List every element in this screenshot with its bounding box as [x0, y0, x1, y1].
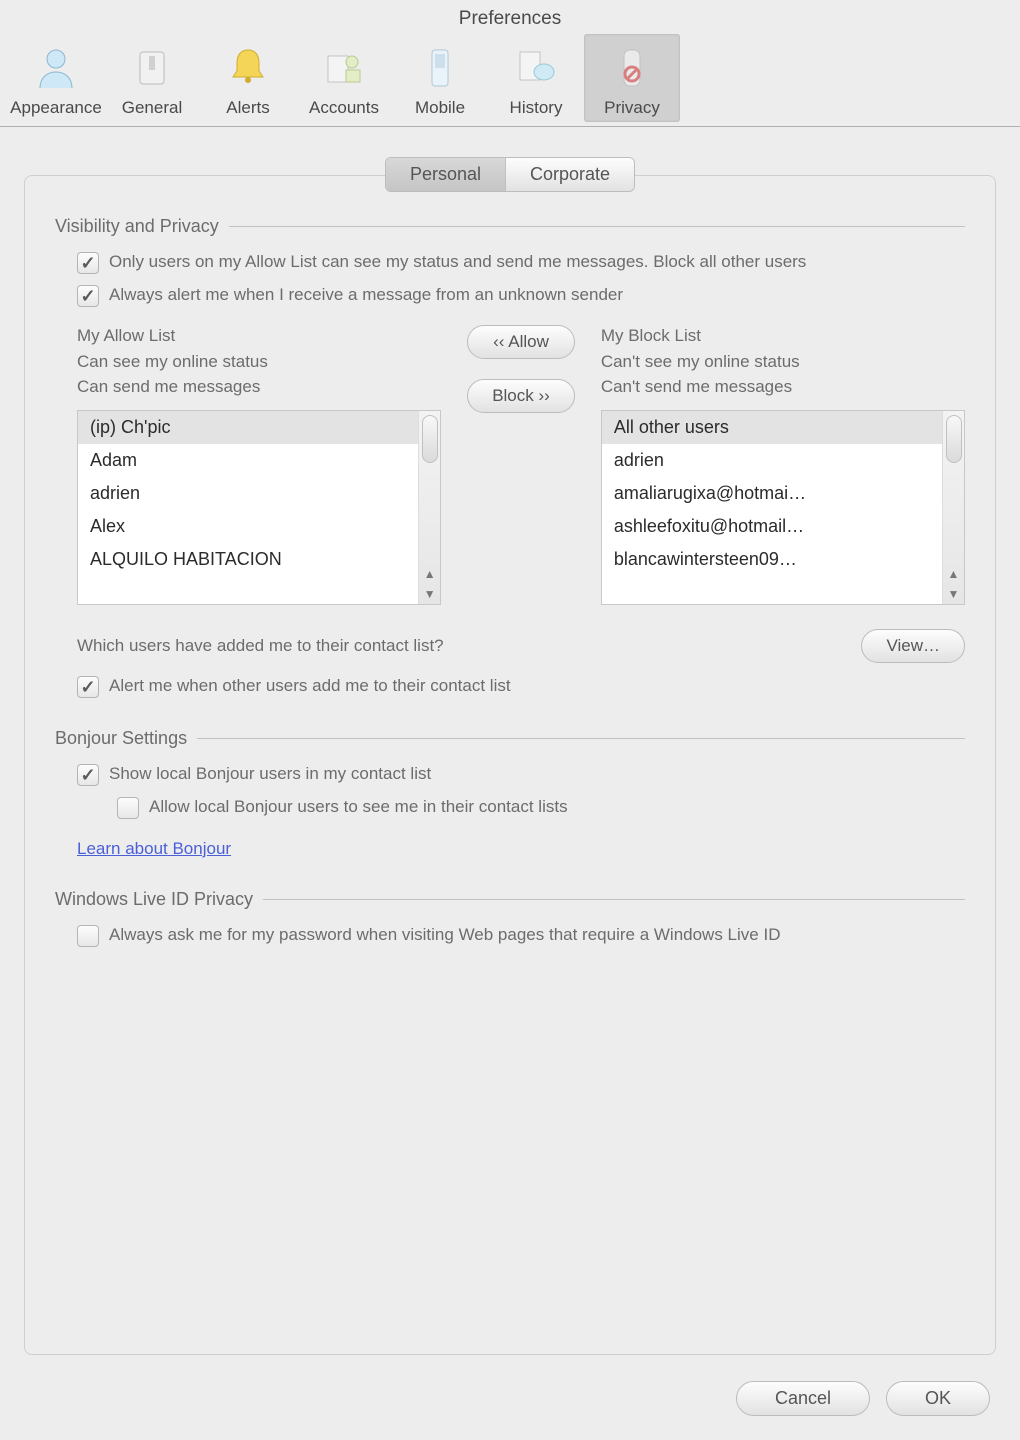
scrollbar[interactable]: ▲ ▼ [942, 411, 964, 604]
list-item[interactable]: All other users [602, 411, 942, 444]
allow-list-sub1: Can see my online status [77, 349, 441, 375]
cancel-button[interactable]: Cancel [736, 1381, 870, 1416]
block-list-sub1: Can't see my online status [601, 349, 965, 375]
allow-list-sub2: Can send me messages [77, 374, 441, 400]
tab-accounts[interactable]: Accounts [296, 34, 392, 122]
preferences-panel: Visibility and Privacy Only users on my … [24, 175, 996, 1355]
checkbox-label: Allow local Bonjour users to see me in t… [149, 796, 568, 819]
window-title: Preferences [0, 0, 1020, 34]
scroll-thumb[interactable] [422, 415, 438, 463]
checkbox-label: Only users on my Allow List can see my s… [109, 251, 806, 274]
list-item[interactable]: adrien [602, 444, 942, 477]
learn-bonjour-link[interactable]: Learn about Bonjour [77, 839, 231, 859]
toolbar: Appearance General Alerts Accounts Mobil… [0, 34, 1020, 127]
segment-personal[interactable]: Personal [386, 158, 505, 191]
footer-buttons: Cancel OK [0, 1365, 1020, 1440]
divider [197, 738, 965, 739]
checkbox-label: Always ask me for my password when visit… [109, 924, 780, 947]
checkbox-show-bonjour[interactable] [77, 764, 99, 786]
preferences-window: Preferences Appearance General Alerts Ac… [0, 0, 1020, 1440]
section-heading: Bonjour Settings [55, 728, 187, 749]
view-button[interactable]: View… [861, 629, 965, 663]
tab-mobile[interactable]: Mobile [392, 34, 488, 122]
block-button[interactable]: Block ›› [467, 379, 575, 413]
list-item[interactable]: Adam [78, 444, 418, 477]
scrollbar[interactable]: ▲ ▼ [418, 411, 440, 604]
checkbox-only-allow-list[interactable] [77, 252, 99, 274]
content-area: Personal Corporate Visibility and Privac… [0, 127, 1020, 1365]
toolbar-label: Privacy [604, 98, 660, 118]
tab-history[interactable]: History [488, 34, 584, 122]
allow-list[interactable]: (ip) Ch'pic Adam adrien Alex ALQUILO HAB… [77, 410, 441, 605]
scroll-up-icon[interactable]: ▲ [420, 564, 440, 584]
accounts-icon [316, 40, 372, 96]
block-list-sub2: Can't send me messages [601, 374, 965, 400]
list-item[interactable]: ashleefoxitu@hotmail… [602, 510, 942, 543]
section-bonjour: Bonjour Settings Show local Bonjour user… [55, 728, 965, 859]
checkbox-allow-bonjour[interactable] [117, 797, 139, 819]
list-item[interactable]: Alex [78, 510, 418, 543]
which-users-text: Which users have added me to their conta… [77, 636, 444, 656]
scroll-down-icon[interactable]: ▼ [420, 584, 440, 604]
allow-button[interactable]: ‹‹ Allow [467, 325, 575, 359]
list-item[interactable]: blancawintersteen09… [602, 543, 942, 576]
section-wlid: Windows Live ID Privacy Always ask me fo… [55, 889, 965, 947]
divider [229, 226, 965, 227]
segmented-control: Personal Corporate [385, 157, 635, 192]
history-icon [508, 40, 564, 96]
list-item[interactable]: ALQUILO HABITACION [78, 543, 418, 576]
scroll-up-icon[interactable]: ▲ [944, 564, 964, 584]
block-list[interactable]: All other users adrien amaliarugixa@hotm… [601, 410, 965, 605]
tab-alerts[interactable]: Alerts [200, 34, 296, 122]
checkbox-label: Show local Bonjour users in my contact l… [109, 763, 431, 786]
tab-general[interactable]: General [104, 34, 200, 122]
scroll-thumb[interactable] [946, 415, 962, 463]
toolbar-label: History [510, 98, 563, 118]
divider [263, 899, 965, 900]
checkbox-label: Always alert me when I receive a message… [109, 284, 623, 307]
section-heading: Visibility and Privacy [55, 216, 219, 237]
tab-appearance[interactable]: Appearance [8, 34, 104, 122]
checkbox-always-ask-password[interactable] [77, 925, 99, 947]
toolbar-label: Alerts [226, 98, 269, 118]
toolbar-label: Accounts [309, 98, 379, 118]
checkbox-label: Alert me when other users add me to thei… [109, 675, 511, 698]
bell-icon [220, 40, 276, 96]
list-item[interactable]: amaliarugixa@hotmai… [602, 477, 942, 510]
checkbox-alert-added[interactable] [77, 676, 99, 698]
list-item[interactable]: adrien [78, 477, 418, 510]
toolbar-label: Mobile [415, 98, 465, 118]
checkbox-alert-unknown[interactable] [77, 285, 99, 307]
switch-icon [124, 40, 180, 96]
list-item[interactable]: (ip) Ch'pic [78, 411, 418, 444]
segment-corporate[interactable]: Corporate [505, 158, 634, 191]
ok-button[interactable]: OK [886, 1381, 990, 1416]
scroll-down-icon[interactable]: ▼ [944, 584, 964, 604]
section-visibility: Visibility and Privacy Only users on my … [55, 216, 965, 698]
tab-privacy[interactable]: Privacy [584, 34, 680, 122]
toolbar-label: General [122, 98, 182, 118]
section-heading: Windows Live ID Privacy [55, 889, 253, 910]
allow-list-heading: My Allow List [77, 323, 441, 349]
mobile-icon [412, 40, 468, 96]
person-icon [28, 40, 84, 96]
toolbar-label: Appearance [10, 98, 102, 118]
block-list-heading: My Block List [601, 323, 965, 349]
privacy-icon [604, 40, 660, 96]
